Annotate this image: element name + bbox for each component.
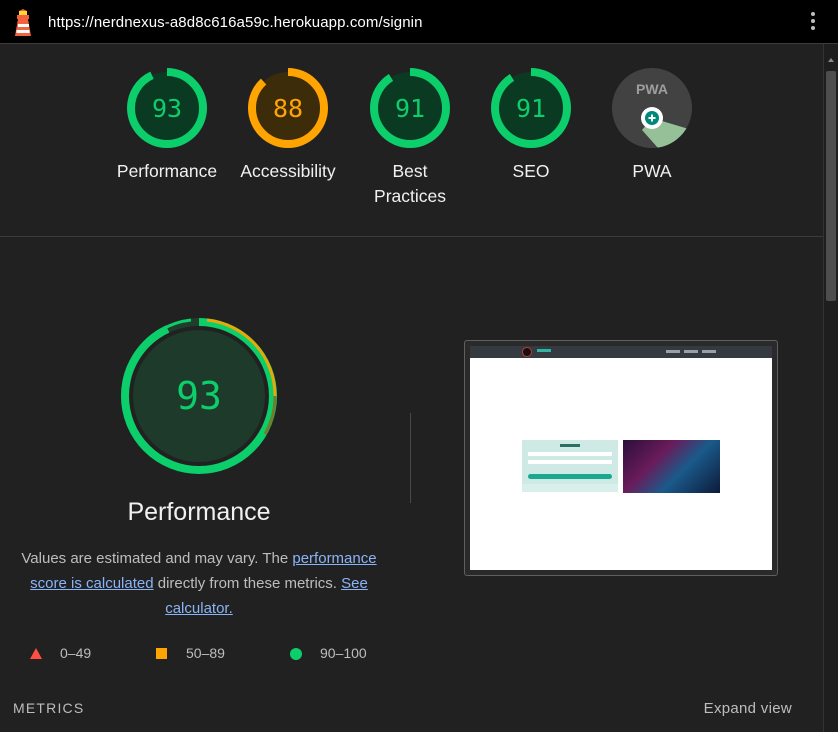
final-screenshot-frame[interactable] xyxy=(464,340,778,576)
gauge-accessibility-ring: 88 xyxy=(248,68,328,148)
screenshot-logo xyxy=(522,347,532,357)
pwa-badge-icon: PWA xyxy=(612,68,692,148)
screenshot-nav-link xyxy=(684,350,698,353)
legend-range: 50–89 xyxy=(186,645,225,661)
gauge-label: SEO xyxy=(512,161,550,181)
page-url: https://nerdnexus-a8d8c616a59c.herokuapp… xyxy=(48,14,423,31)
gauge-seo-ring: 91 xyxy=(491,68,571,148)
gauge-pwa[interactable]: PWA PWA xyxy=(597,68,707,184)
screenshot-footer-note xyxy=(522,484,618,492)
desc-prefix: Values are estimated and may vary. The xyxy=(21,550,293,567)
performance-description: Values are estimated and may vary. The p… xyxy=(14,546,384,621)
expand-view-button[interactable]: Expand view xyxy=(704,700,792,717)
screenshot-field xyxy=(528,452,612,456)
gauge-performance-ring: 93 xyxy=(127,68,207,148)
more-vert-icon[interactable] xyxy=(810,12,816,34)
screenshot-nav-link xyxy=(666,350,680,353)
top-bar: https://nerdnexus-a8d8c616a59c.herokuapp… xyxy=(0,0,838,44)
metrics-heading: METRICS xyxy=(13,700,85,716)
screenshot-navbar xyxy=(470,346,772,358)
screenshot-hero-image xyxy=(623,440,720,493)
legend-range: 0–49 xyxy=(60,645,92,661)
performance-title: Performance xyxy=(127,498,271,526)
vertical-divider xyxy=(410,413,411,503)
gauge-score: 91 xyxy=(516,94,546,123)
screenshot-button xyxy=(528,474,612,479)
gauge-best-practices-ring: 91 xyxy=(370,68,450,148)
final-screenshot xyxy=(470,346,772,570)
gauge-seo[interactable]: 91 SEO xyxy=(476,68,586,184)
screenshot-nav-link xyxy=(702,350,716,353)
gauge-label: Best Practices xyxy=(374,161,446,206)
scroll-up-arrow-icon[interactable] xyxy=(828,58,834,62)
gauge-label: Performance xyxy=(116,161,218,181)
desc-middle: directly from these metrics. xyxy=(153,575,342,592)
gauge-label: PWA xyxy=(632,161,672,181)
screenshot-heading xyxy=(560,444,580,447)
performance-score-gauge: 93 xyxy=(121,318,277,474)
gauge-score: 91 xyxy=(395,94,425,123)
gauge-accessibility[interactable]: 88 Accessibility xyxy=(233,68,343,184)
pwa-badge-text: PWA xyxy=(636,81,668,97)
category-gauges: 93 Performance 88 Accessibility 91 Best … xyxy=(0,44,823,237)
circle-icon xyxy=(290,648,302,660)
gauge-performance[interactable]: 93 Performance xyxy=(112,68,222,184)
screenshot-brand xyxy=(537,349,551,352)
lighthouse-icon xyxy=(15,9,31,36)
gauge-score: 93 xyxy=(152,94,182,123)
triangle-icon xyxy=(30,648,42,659)
scrollbar[interactable] xyxy=(823,44,838,732)
legend-range: 90–100 xyxy=(320,645,367,661)
screenshot-field xyxy=(528,460,612,464)
performance-score: 93 xyxy=(176,374,222,418)
scrollbar-thumb[interactable] xyxy=(826,71,836,301)
gauge-best-practices[interactable]: 91 Best Practices xyxy=(355,68,465,209)
gauge-label: Accessibility xyxy=(240,161,336,181)
gauge-score: 88 xyxy=(273,94,303,123)
square-icon xyxy=(156,648,167,659)
